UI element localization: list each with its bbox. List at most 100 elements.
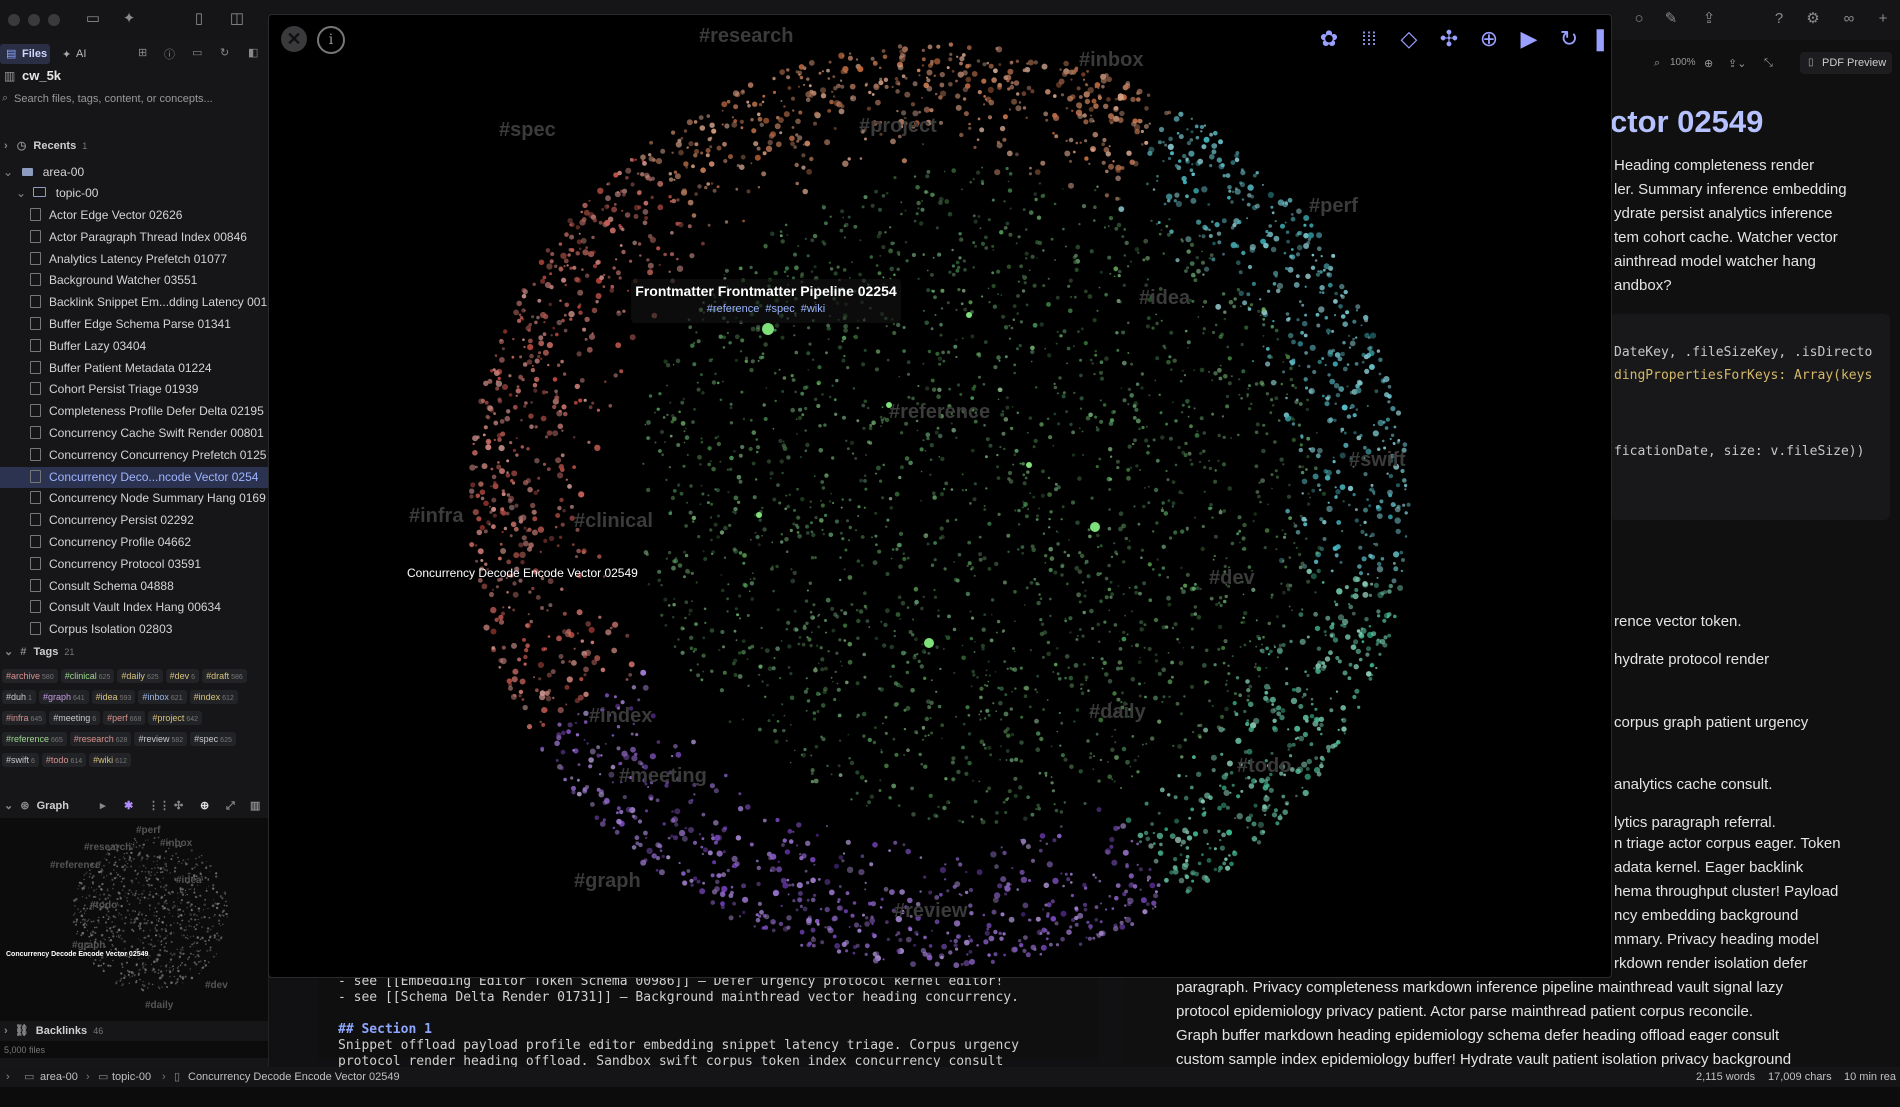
graph-node[interactable]: [951, 756, 956, 761]
graph-node[interactable]: [713, 522, 718, 527]
graph-node[interactable]: [590, 802, 595, 807]
graph-node[interactable]: [1123, 254, 1127, 257]
graph-node[interactable]: [686, 119, 693, 126]
graph-node[interactable]: [1273, 808, 1278, 813]
graph-node[interactable]: [910, 102, 916, 107]
graph-node[interactable]: [495, 386, 500, 391]
graph-node[interactable]: [1158, 126, 1165, 133]
graph-node[interactable]: [745, 804, 751, 810]
graph-node[interactable]: [988, 301, 991, 304]
graph-node[interactable]: [528, 338, 533, 344]
graph-node[interactable]: [964, 755, 969, 760]
graph-node[interactable]: [492, 588, 494, 591]
graph-node[interactable]: [1319, 722, 1324, 728]
graph-node[interactable]: [538, 340, 545, 347]
graph-node[interactable]: [905, 936, 912, 943]
graph-node[interactable]: [1358, 632, 1363, 637]
graph-node[interactable]: [1093, 372, 1096, 376]
graph-node[interactable]: [704, 621, 707, 625]
graph-node[interactable]: [1189, 168, 1194, 172]
graph-node[interactable]: [1375, 666, 1378, 670]
graph-node[interactable]: [583, 398, 587, 402]
graph-node[interactable]: [1218, 163, 1225, 170]
graph-node[interactable]: [1015, 59, 1020, 63]
graph-node[interactable]: [724, 268, 729, 273]
graph-node[interactable]: [1314, 466, 1318, 471]
graph-node[interactable]: [1137, 118, 1142, 124]
graph-node[interactable]: [843, 909, 848, 914]
graph-node[interactable]: [1070, 296, 1072, 298]
graph-node[interactable]: [942, 805, 947, 811]
graph-node[interactable]: [1180, 529, 1185, 534]
graph-node[interactable]: [1369, 332, 1377, 339]
graph-node[interactable]: [483, 624, 490, 631]
graph-node[interactable]: [785, 739, 788, 742]
graph-node[interactable]: [891, 664, 895, 669]
graph-node[interactable]: [1201, 853, 1204, 857]
graph-node[interactable]: [1346, 414, 1352, 419]
graph-node[interactable]: [695, 331, 698, 334]
graph-node[interactable]: [481, 463, 488, 470]
graph-node[interactable]: [921, 200, 923, 202]
graph-node[interactable]: [546, 342, 553, 349]
graph-node[interactable]: [656, 740, 661, 744]
graph-node[interactable]: [812, 603, 816, 607]
graph-node[interactable]: [534, 358, 540, 364]
graph-node[interactable]: [1265, 392, 1270, 396]
graph-node[interactable]: [829, 267, 834, 271]
graph-node[interactable]: [829, 215, 832, 218]
graph-node[interactable]: [1178, 134, 1184, 140]
graph-node[interactable]: [1048, 526, 1051, 529]
graph-node[interactable]: [976, 138, 980, 141]
graph-node[interactable]: [1329, 624, 1335, 630]
graph-node[interactable]: [1300, 435, 1304, 439]
graph-node[interactable]: [475, 493, 481, 499]
graph-node[interactable]: [683, 430, 686, 433]
sparkle-icon[interactable]: ✦: [120, 10, 138, 28]
graph-node[interactable]: [997, 293, 999, 296]
graph-node[interactable]: [821, 205, 827, 210]
graph-node[interactable]: [895, 934, 898, 937]
graph-node[interactable]: [845, 680, 849, 685]
graph-node[interactable]: [479, 489, 486, 496]
graph-node[interactable]: [1265, 347, 1270, 351]
graph-node[interactable]: [1272, 718, 1277, 723]
graph-node[interactable]: [884, 731, 888, 735]
graph-node[interactable]: [542, 462, 547, 466]
graph-node[interactable]: [571, 790, 576, 795]
graph-node[interactable]: [921, 96, 924, 99]
graph-node[interactable]: [555, 759, 559, 762]
graph-node[interactable]: [1130, 644, 1133, 648]
graph-node[interactable]: [1211, 257, 1216, 262]
graph-node[interactable]: [1013, 453, 1017, 457]
graph-node[interactable]: [957, 288, 961, 292]
graph-node[interactable]: [631, 685, 637, 690]
graph-node[interactable]: [970, 448, 975, 453]
graph-node[interactable]: [996, 619, 1001, 624]
graph-node[interactable]: [853, 922, 860, 928]
graph-node[interactable]: [793, 609, 797, 613]
graph-node[interactable]: [986, 61, 990, 65]
graph-node[interactable]: [788, 839, 794, 844]
graph-node[interactable]: [841, 340, 844, 343]
graph-node[interactable]: [1167, 199, 1171, 203]
graph-node[interactable]: [1007, 87, 1011, 91]
graph-node[interactable]: [1020, 912, 1026, 917]
graph-node[interactable]: [708, 161, 715, 167]
graph-node[interactable]: [804, 449, 808, 453]
graph-node[interactable]: [1011, 406, 1014, 408]
graph-node[interactable]: [1000, 846, 1003, 849]
graph-node[interactable]: [750, 359, 755, 364]
graph-node[interactable]: [861, 205, 865, 209]
graph-node[interactable]: [515, 437, 518, 440]
graph-node[interactable]: [1049, 510, 1053, 514]
graph-node[interactable]: [842, 66, 849, 73]
graph-node[interactable]: [1053, 803, 1056, 806]
graph-node[interactable]: [816, 403, 821, 409]
graph-node[interactable]: [1203, 124, 1207, 127]
graph-node[interactable]: [983, 95, 987, 98]
graph-node[interactable]: [557, 472, 564, 479]
collapse-icon[interactable]: ⤡: [1764, 57, 1773, 70]
graph-node[interactable]: [1114, 895, 1119, 901]
graph-node[interactable]: [1091, 627, 1095, 630]
